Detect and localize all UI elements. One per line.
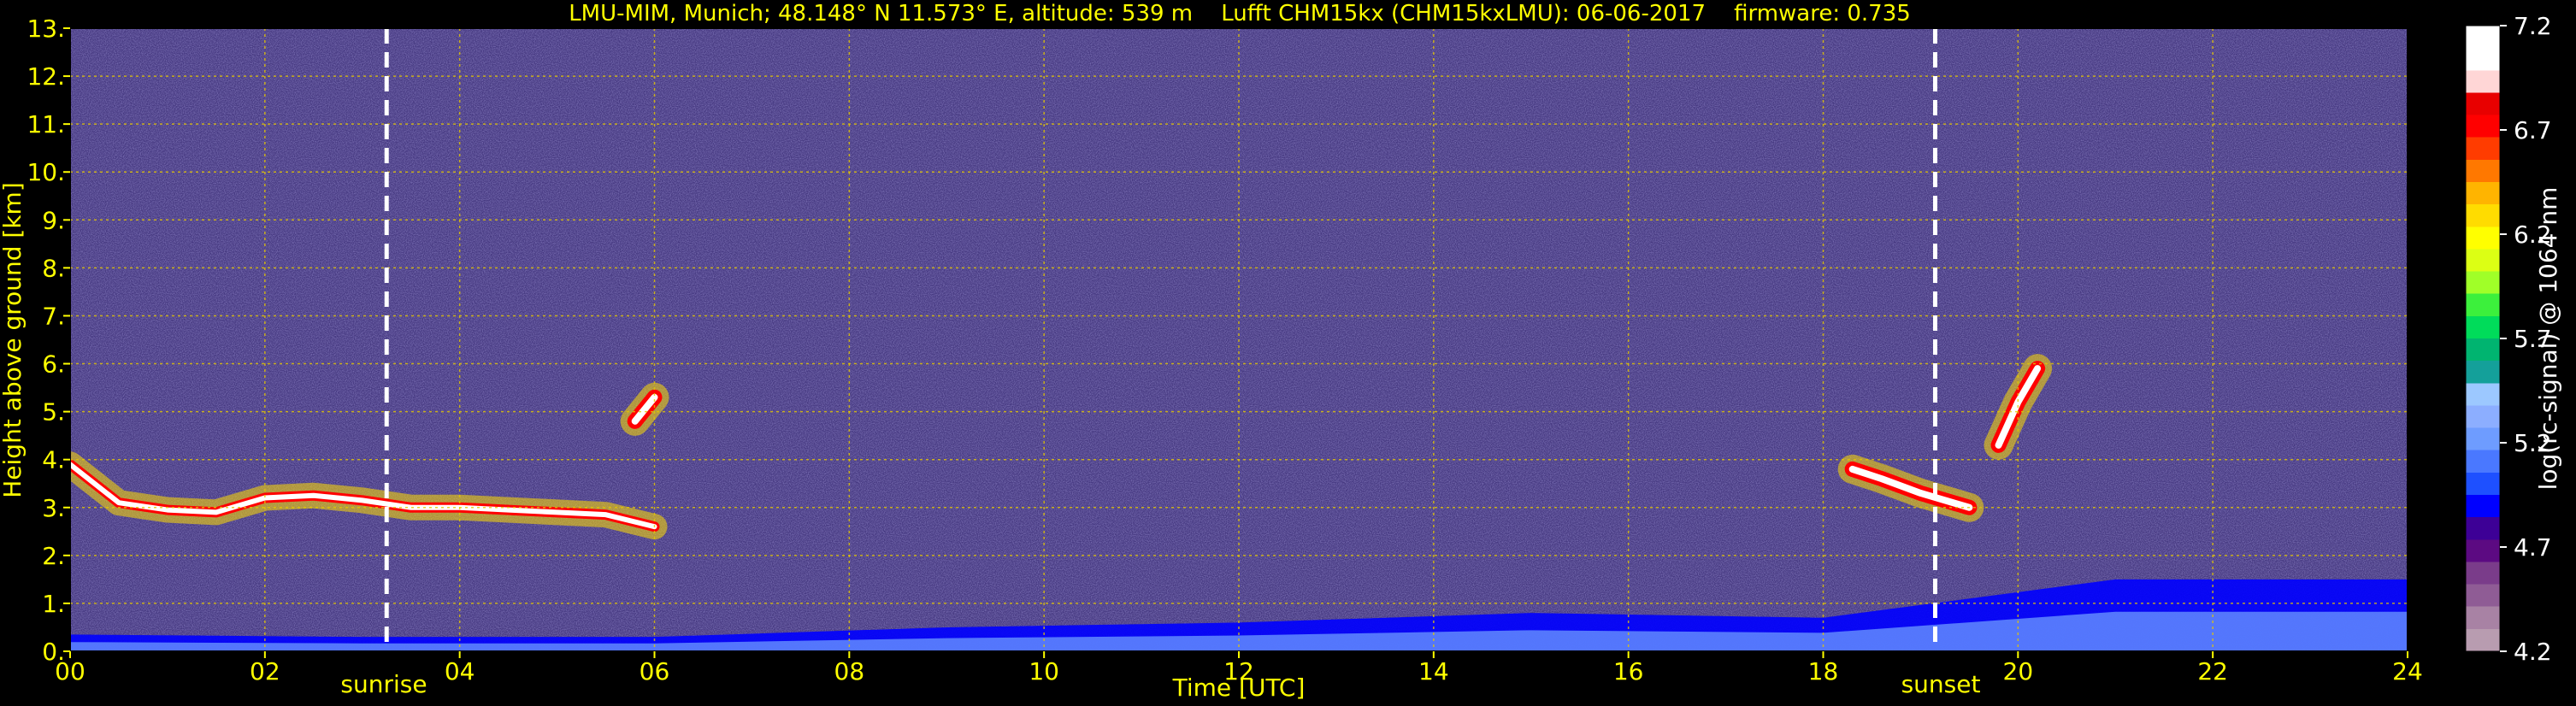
y-tick-label: 4. [42,446,65,474]
y-tick-label: 10. [27,158,65,186]
ceilometer-chart: LMU-MIM, Munich; 48.148° N 11.573° E, al… [0,1,2562,702]
colorbar: 7.26.76.25.75.24.74.2 log(rc-signal) @ 1… [2465,12,2562,666]
colorbar-gradient [2466,26,2500,651]
x-tick-label: 18 [1808,657,1839,685]
colorbar-tick-label: 4.7 [2514,533,2552,562]
x-tick-label: 16 [1613,657,1644,685]
colorbar-tick-label: 7.2 [2514,12,2552,40]
y-tick-label: 0. [42,638,65,666]
x-tick-label: 04 [445,657,475,685]
sunset-label: sunset [1901,670,1981,698]
colorbar-tick-label: 6.7 [2514,116,2552,144]
x-tick-label: 10 [1029,657,1059,685]
x-tick-label: 08 [834,657,865,685]
y-tick-label: 12. [27,62,65,91]
y-tick-label: 1. [42,590,65,618]
y-tick-label: 13. [27,15,65,43]
plot-area [70,28,2408,651]
y-tick-label: 9. [42,206,65,234]
sunrise-label: sunrise [340,670,427,698]
x-tick-label: 24 [2392,657,2423,685]
x-axis-label: Time [UTC] [1172,674,1306,702]
colorbar-tick-label: 4.2 [2514,638,2552,666]
chart-title: LMU-MIM, Munich; 48.148° N 11.573° E, al… [569,1,1911,26]
y-tick-label: 2. [42,542,65,570]
x-tick-label: 22 [2197,657,2228,685]
y-axis: 0. 1. 2. 3. 4. 5. 6. 7. 8. 9. 10. 11. 12. 13. [27,15,70,666]
colorbar-label: log(rc-signal) @ 1064 nm [2534,187,2562,491]
y-tick-label: 11. [27,110,65,138]
y-axis-label: Height above ground [km] [0,182,27,498]
y-tick-label: 3. [42,494,65,522]
x-tick-label: 06 [640,657,670,685]
y-tick-label: 5. [42,398,65,427]
y-tick-label: 6. [42,350,65,379]
x-tick-label: 14 [1418,657,1449,685]
y-tick-label: 8. [42,254,65,282]
x-tick-label: 20 [2003,657,2034,685]
y-tick-label: 7. [42,302,65,330]
x-tick-label: 02 [250,657,280,685]
